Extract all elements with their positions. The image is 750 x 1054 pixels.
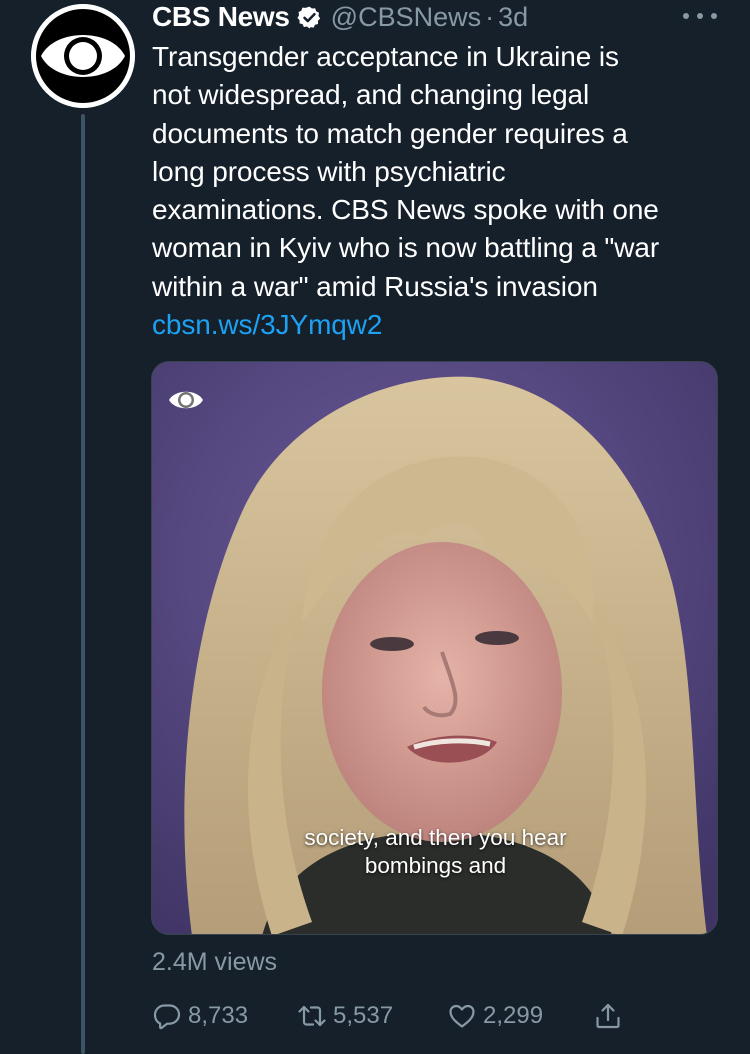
tweet-text-line: examinations. CBS News spoke with one xyxy=(152,194,659,226)
separator-dot: · xyxy=(485,1,495,32)
cbs-eye-logo xyxy=(31,4,135,108)
reply-button[interactable]: 8,733 xyxy=(152,998,248,1034)
reply-icon xyxy=(152,1001,182,1031)
tweet-header: CBS News @CBSNews · 3d xyxy=(152,0,528,34)
like-count: 2,299 xyxy=(483,1002,544,1029)
tweet-text-line: woman in Kyiv who is now battling a "war xyxy=(152,232,660,264)
user-handle[interactable]: @CBSNews xyxy=(331,2,481,33)
tweet-text: Transgender acceptance in Ukraine is not… xyxy=(152,38,732,344)
thread-line xyxy=(81,114,85,1054)
tweet-link[interactable]: cbsn.ws/3JYmqw2 xyxy=(152,306,732,344)
caption-line: bombings and xyxy=(364,853,507,878)
share-button[interactable] xyxy=(593,998,623,1034)
view-count: 2.4M views xyxy=(152,948,278,976)
retweet-button[interactable]: 5,537 xyxy=(297,998,393,1034)
reply-count: 8,733 xyxy=(188,1002,249,1029)
tweet-text-line: documents to match gender requires a xyxy=(152,117,628,149)
video-thumbnail[interactable]: society, and then you hear bombings and xyxy=(151,361,718,935)
display-name[interactable]: CBS News xyxy=(152,1,290,33)
tweet[interactable]: CBS News @CBSNews · 3d Transgender accep… xyxy=(0,0,750,1054)
verified-badge-icon xyxy=(297,5,322,30)
tweet-actions: 8,733 5,537 2,299 xyxy=(152,998,652,1034)
cbs-eye-logo xyxy=(166,380,206,420)
tweet-text-line: long process with psychiatric xyxy=(152,155,506,187)
avatar[interactable] xyxy=(31,4,135,108)
heart-icon xyxy=(447,1001,477,1031)
caption-line: society, and then you hear xyxy=(304,825,567,850)
retweet-icon xyxy=(297,1001,327,1031)
timestamp[interactable]: 3d xyxy=(498,2,528,33)
more-options-icon[interactable] xyxy=(683,6,717,26)
share-icon xyxy=(593,1001,623,1031)
tweet-text-line: not widespread, and changing legal xyxy=(152,79,590,111)
video-caption: society, and then you hear bombings and xyxy=(152,824,717,880)
like-button[interactable]: 2,299 xyxy=(447,998,543,1034)
tweet-text-line: Transgender acceptance in Ukraine is xyxy=(152,41,619,72)
tweet-text-line: within a war" amid Russia's invasion xyxy=(152,270,598,302)
retweet-count: 5,537 xyxy=(333,1002,394,1029)
